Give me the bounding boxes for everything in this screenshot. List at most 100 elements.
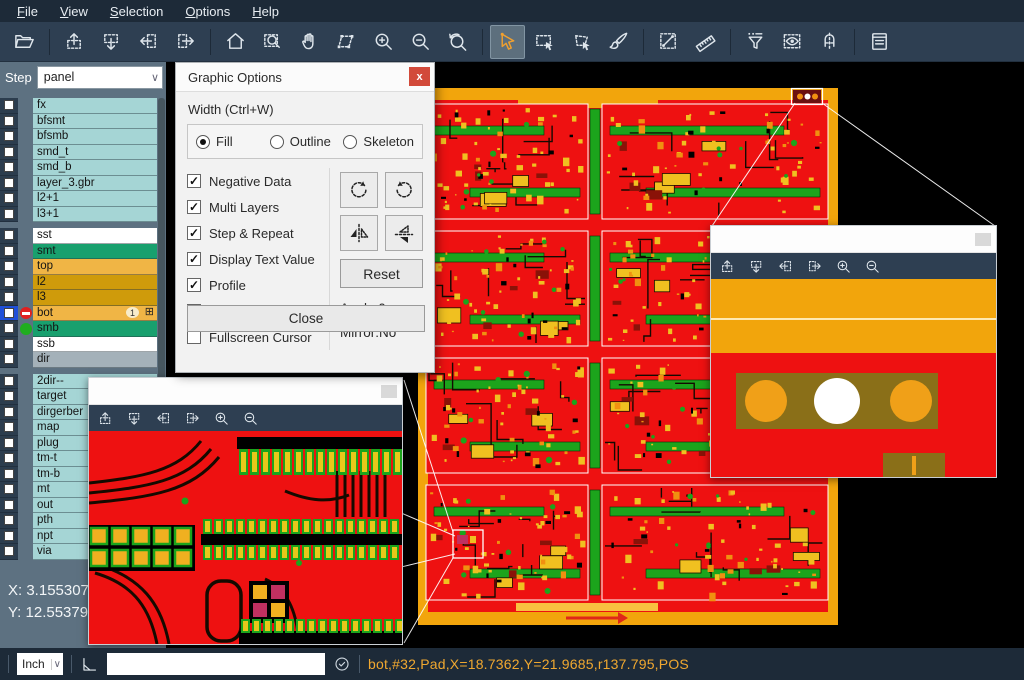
layer-visibility-checkbox[interactable] — [0, 160, 18, 176]
shift-up-icon[interactable] — [719, 258, 736, 275]
shift-right-icon[interactable] — [806, 258, 823, 275]
sync-icon[interactable] — [333, 655, 351, 673]
layer-visibility-checkbox[interactable] — [0, 498, 18, 514]
zoom-out-icon[interactable] — [864, 258, 881, 275]
radio-fill[interactable]: Fill — [196, 134, 266, 149]
layer-visibility-checkbox[interactable] — [0, 482, 18, 498]
magnifier-window-left[interactable] — [88, 377, 403, 645]
pan-hand-icon[interactable] — [292, 25, 327, 59]
snap-icon[interactable] — [812, 25, 847, 59]
menu-item-options[interactable]: Options — [174, 2, 241, 21]
layer-visibility-checkbox[interactable] — [0, 129, 18, 145]
corner-angle-icon[interactable] — [80, 655, 99, 674]
zoom-window-icon[interactable] — [255, 25, 290, 59]
layer-visibility-checkbox[interactable] — [0, 436, 18, 452]
layer-visibility-checkbox[interactable] — [0, 321, 18, 337]
layer-name-bfsmt[interactable]: bfsmt — [33, 114, 157, 130]
flip-horizontal-icon[interactable] — [340, 215, 378, 251]
view-area-icon[interactable] — [775, 25, 810, 59]
shift-up-icon[interactable] — [97, 410, 114, 427]
layer-visibility-checkbox[interactable] — [0, 451, 18, 467]
layer-name-bfsmb[interactable]: bfsmb — [33, 129, 157, 145]
radio-outline[interactable]: Outline — [270, 134, 340, 149]
menu-item-view[interactable]: View — [49, 2, 99, 21]
layer-visibility-checkbox[interactable] — [0, 244, 18, 260]
layer-visibility-checkbox[interactable] — [0, 191, 18, 207]
select-arrow-icon[interactable] — [490, 25, 525, 59]
layer-visibility-checkbox[interactable] — [0, 259, 18, 275]
step-select[interactable]: panel ∨ — [37, 66, 163, 89]
shift-down-icon[interactable] — [126, 410, 143, 427]
layer-name-smb[interactable]: smb — [33, 321, 157, 337]
layer-visibility-checkbox[interactable] — [0, 114, 18, 130]
radio-skeleton[interactable]: Skeleton — [343, 134, 414, 149]
shift-up-icon[interactable] — [57, 25, 92, 59]
magnifier-right-view[interactable] — [711, 279, 996, 477]
layer-name-l3[interactable]: l3 — [33, 290, 157, 306]
checkbox-multi-layers[interactable]: ✓Multi Layers — [187, 194, 329, 220]
layer-visibility-checkbox[interactable] — [0, 544, 18, 560]
ruler-icon[interactable] — [688, 25, 723, 59]
close-icon[interactable]: x — [409, 67, 430, 86]
rotate-ccw-icon[interactable] — [385, 172, 423, 208]
layer-name-bot[interactable]: bot1⊞ — [33, 306, 157, 322]
shift-left-icon[interactable] — [777, 258, 794, 275]
shift-right-icon[interactable] — [184, 410, 201, 427]
zoom-in-icon[interactable] — [366, 25, 401, 59]
flip-vertical-icon[interactable] — [385, 215, 423, 251]
menu-item-selection[interactable]: Selection — [99, 2, 174, 21]
layer-visibility-checkbox[interactable] — [0, 420, 18, 436]
shift-right-icon[interactable] — [168, 25, 203, 59]
reset-button[interactable]: Reset — [340, 259, 423, 288]
select-rect-icon[interactable] — [527, 25, 562, 59]
layer-name-l3-1[interactable]: l3+1 — [33, 207, 157, 223]
layer-visibility-checkbox[interactable] — [0, 98, 18, 114]
layer-name-sst[interactable]: sst — [33, 228, 157, 244]
measure-distance-icon[interactable] — [651, 25, 686, 59]
layer-visibility-checkbox[interactable] — [0, 207, 18, 223]
grid-icon[interactable]: ⊞ — [145, 307, 154, 318]
shift-left-icon[interactable] — [131, 25, 166, 59]
window-button[interactable] — [381, 385, 397, 398]
layer-visibility-checkbox[interactable] — [0, 290, 18, 306]
checkbox-display-text-value[interactable]: ✓Display Text Value — [187, 246, 329, 272]
dialog-titlebar[interactable]: Graphic Options x — [176, 63, 434, 92]
layer-name-fx[interactable]: fx — [33, 98, 157, 114]
layer-visibility-checkbox[interactable] — [0, 145, 18, 161]
layer-visibility-checkbox[interactable] — [0, 306, 18, 322]
layer-visibility-checkbox[interactable] — [0, 228, 18, 244]
layer-visibility-checkbox[interactable] — [0, 405, 18, 421]
magnifier-window-right[interactable] — [710, 225, 997, 478]
checkbox-negative-data[interactable]: ✓Negative Data — [187, 168, 329, 194]
window-button[interactable] — [975, 233, 991, 246]
unit-select[interactable]: Inch ∨ — [17, 653, 63, 675]
magnifier-right-titlebar[interactable] — [711, 226, 996, 253]
zoom-out-icon[interactable] — [403, 25, 438, 59]
magnifier-left-titlebar[interactable] — [89, 378, 402, 405]
menu-item-file[interactable]: File — [6, 2, 49, 21]
layer-name-smd-t[interactable]: smd_t — [33, 145, 157, 161]
layer-visibility-checkbox[interactable] — [0, 467, 18, 483]
zoom-in-icon[interactable] — [213, 410, 230, 427]
close-button[interactable]: Close — [187, 305, 425, 332]
command-input[interactable] — [107, 653, 325, 675]
layer-visibility-checkbox[interactable] — [0, 352, 18, 368]
layer-visibility-checkbox[interactable] — [0, 389, 18, 405]
zoom-in-icon[interactable] — [835, 258, 852, 275]
rotate-cw-icon[interactable] — [340, 172, 378, 208]
layer-visibility-checkbox[interactable] — [0, 513, 18, 529]
report-icon[interactable] — [862, 25, 897, 59]
magnifier-left-view[interactable] — [89, 431, 402, 644]
layer-name-layer-3-gbr[interactable]: layer_3.gbr — [33, 176, 157, 192]
layer-visibility-checkbox[interactable] — [0, 275, 18, 291]
layer-name-dir[interactable]: dir — [33, 352, 157, 368]
layer-name-ssb[interactable]: ssb — [33, 337, 157, 353]
shift-down-icon[interactable] — [94, 25, 129, 59]
filter-icon[interactable] — [738, 25, 773, 59]
layer-name-l2-1[interactable]: l2+1 — [33, 191, 157, 207]
shift-left-icon[interactable] — [155, 410, 172, 427]
select-polygon-icon[interactable] — [564, 25, 599, 59]
brush-icon[interactable] — [601, 25, 636, 59]
home-icon[interactable] — [218, 25, 253, 59]
layer-visibility-checkbox[interactable] — [0, 176, 18, 192]
